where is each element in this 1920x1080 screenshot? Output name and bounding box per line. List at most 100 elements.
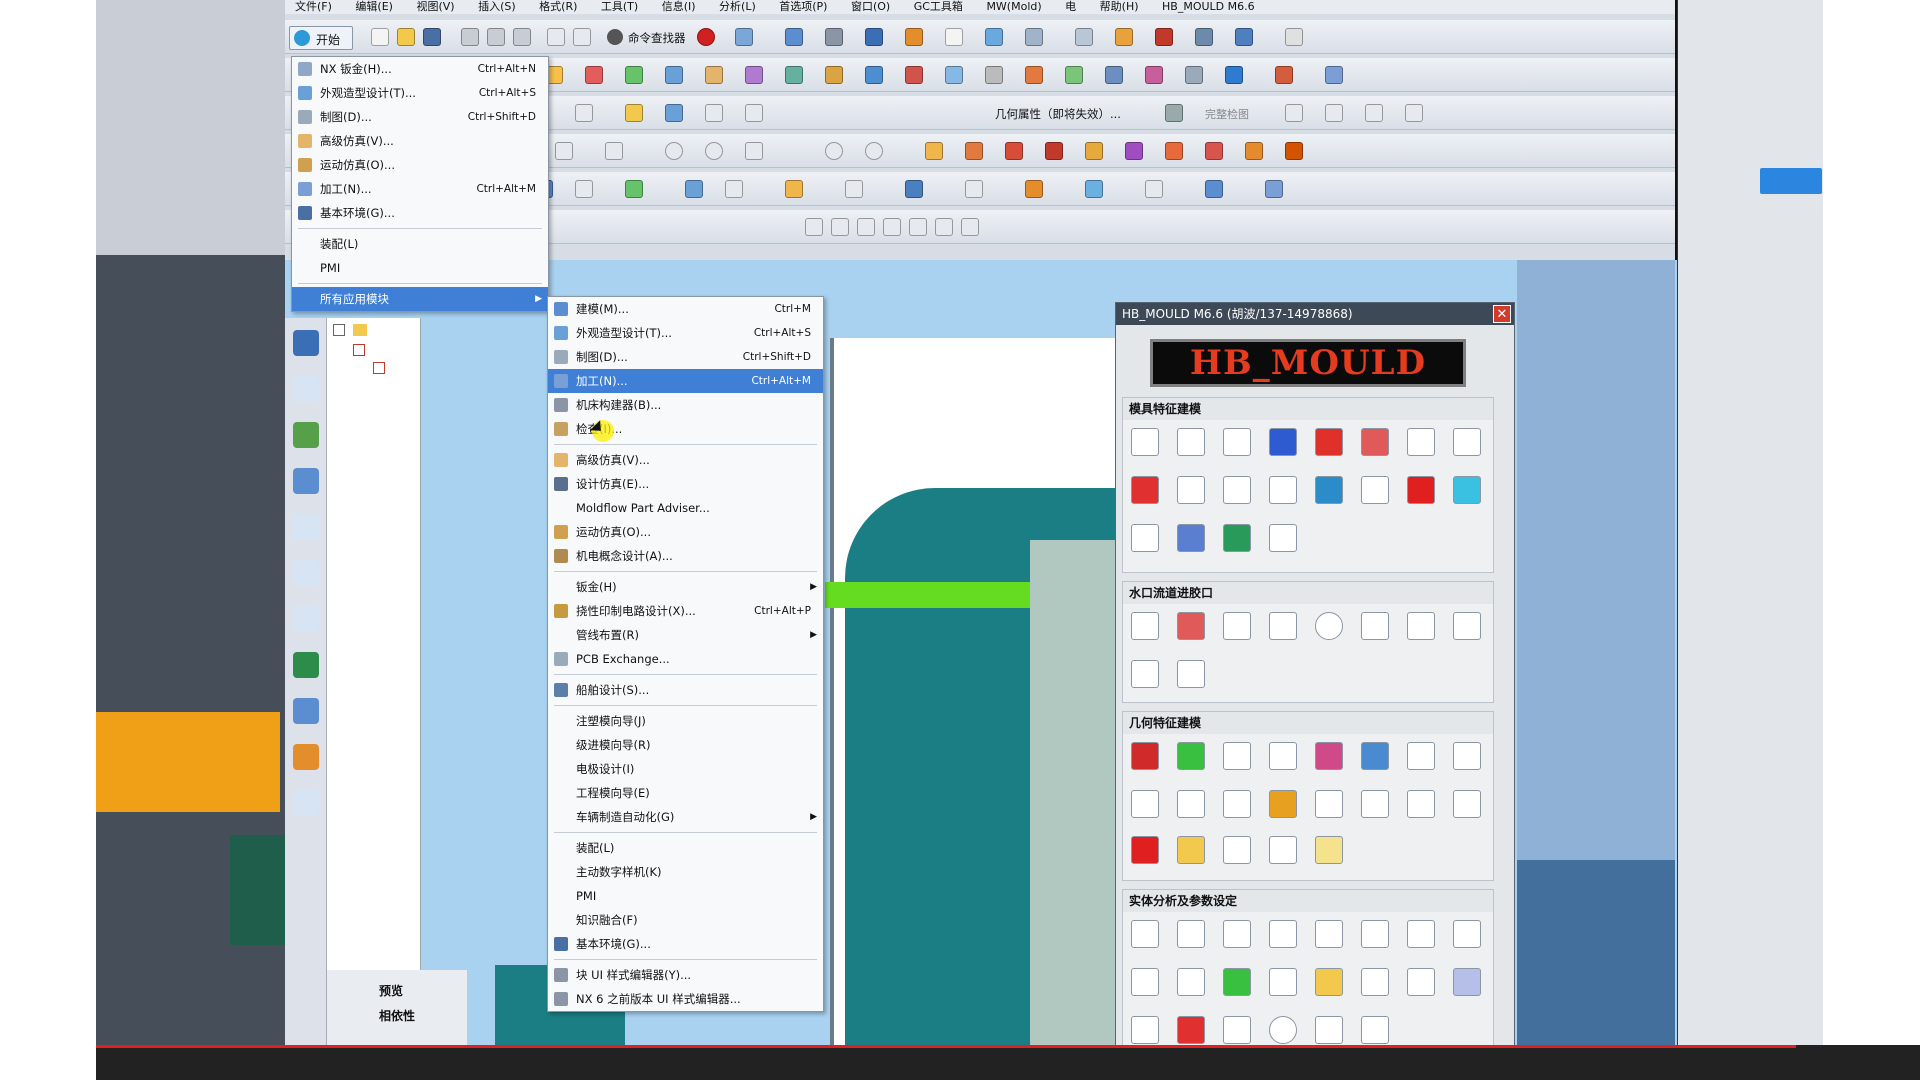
fit-view-icon[interactable]: [785, 28, 803, 46]
sew-icon[interactable]: [1025, 66, 1043, 84]
menu-item[interactable]: 格式(R): [529, 0, 587, 14]
menu-item[interactable]: HB_MOULD M6.6: [1152, 0, 1265, 14]
frame-icon[interactable]: [1407, 742, 1435, 770]
axis-icon[interactable]: [1453, 790, 1481, 818]
sheet-icon[interactable]: [1025, 180, 1043, 198]
app-menu-item[interactable]: 机电概念设计(A)...: [548, 544, 823, 568]
app-menu-item[interactable]: 知识融合(F): [548, 908, 823, 932]
ruler-icon[interactable]: [1223, 920, 1251, 948]
text-a-icon[interactable]: [1453, 476, 1481, 504]
mold-tool-icon[interactable]: [1005, 142, 1023, 160]
start-menu-item[interactable]: 高级仿真(V)...: [292, 129, 548, 153]
full-check-label[interactable]: 完整检图: [1205, 106, 1249, 122]
list-icon[interactable]: [1269, 920, 1297, 948]
split-body-icon[interactable]: [1269, 742, 1297, 770]
diamond-icon[interactable]: [1177, 742, 1205, 770]
nozzle-icon[interactable]: [1131, 612, 1159, 640]
transform-icon[interactable]: [1269, 836, 1297, 864]
analysis-icon[interactable]: [1115, 28, 1133, 46]
calculator-icon[interactable]: [1407, 968, 1435, 996]
sketch-icon[interactable]: [1235, 28, 1253, 46]
constraint-navigator-icon[interactable]: [293, 376, 319, 402]
mold-tool-icon[interactable]: [1045, 142, 1063, 160]
assembly-navigator-icon[interactable]: [293, 330, 319, 356]
shading-icon[interactable]: [825, 28, 843, 46]
gate-icon[interactable]: [1223, 612, 1251, 640]
menu-item[interactable]: 文件(F): [285, 0, 342, 14]
menu-item[interactable]: 窗口(O): [841, 0, 900, 14]
parting-line-icon[interactable]: [1361, 920, 1389, 948]
app-menu-item[interactable]: PCB Exchange...: [548, 647, 823, 671]
snap-icon[interactable]: [735, 28, 753, 46]
close-icon[interactable]: ✕: [1493, 305, 1511, 323]
runner-icon[interactable]: [1177, 612, 1205, 640]
mold-tool-icon[interactable]: [1165, 142, 1183, 160]
app-menu-item[interactable]: 基本环境(G)...: [548, 932, 823, 956]
hourglass-icon[interactable]: [1361, 1016, 1389, 1044]
tab-gate-icon[interactable]: [1407, 612, 1435, 640]
color-grid-icon[interactable]: [1361, 742, 1389, 770]
cold-slug-icon[interactable]: [1177, 660, 1205, 688]
record-icon[interactable]: [697, 28, 715, 46]
window-icon[interactable]: [945, 28, 963, 46]
process-studio-icon[interactable]: [293, 652, 319, 678]
plate-icon[interactable]: [1269, 524, 1297, 552]
layers-icon[interactable]: [1407, 428, 1435, 456]
start-menu-item[interactable]: 运动仿真(O)...: [292, 153, 548, 177]
app-menu-item[interactable]: 车辆制造自动化(G) ▶: [548, 805, 823, 829]
start-menu-item[interactable]: 加工(N)... Ctrl+Alt+M: [292, 177, 548, 201]
app-menu-item[interactable]: 建模(M)... Ctrl+M: [548, 297, 823, 321]
angle-icon[interactable]: [1361, 790, 1389, 818]
slider-icon[interactable]: [1361, 428, 1389, 456]
copy-icon[interactable]: [487, 28, 505, 46]
circle-tool-icon[interactable]: [705, 142, 723, 160]
sheet-icon[interactable]: [575, 180, 593, 198]
offset-curve-icon[interactable]: [705, 104, 723, 122]
preview-label[interactable]: 预览: [379, 982, 403, 999]
project-icon[interactable]: [665, 104, 683, 122]
menu-item[interactable]: 工具(T): [591, 0, 648, 14]
lifter-icon[interactable]: [1131, 476, 1159, 504]
roles-icon[interactable]: [293, 744, 319, 770]
app-menu-item[interactable]: 装配(L): [548, 836, 823, 860]
mold-tool-icon[interactable]: [1245, 142, 1263, 160]
datum-icon[interactable]: [1185, 66, 1203, 84]
sheet-icon[interactable]: [1085, 180, 1103, 198]
rainbow-icon[interactable]: [1269, 790, 1297, 818]
circle-gate-icon[interactable]: [1315, 612, 1343, 640]
dots-grid-icon[interactable]: [1453, 968, 1481, 996]
open-icon[interactable]: [397, 28, 415, 46]
hatch-icon[interactable]: [1177, 790, 1205, 818]
insert-icon[interactable]: [1223, 428, 1251, 456]
draft-analysis-icon[interactable]: [1407, 920, 1435, 948]
menu-item[interactable]: 电: [1055, 0, 1086, 14]
box-icon[interactable]: [1131, 742, 1159, 770]
command-icon[interactable]: [1269, 428, 1297, 456]
clock-icon[interactable]: [1269, 1016, 1297, 1044]
checkbox-icon[interactable]: [373, 362, 385, 374]
app-menu-item[interactable]: 外观造型设计(T)... Ctrl+Alt+S: [548, 321, 823, 345]
mold-tool-icon[interactable]: [1285, 142, 1303, 160]
offset-icon[interactable]: [825, 66, 843, 84]
cooling-icon[interactable]: [1223, 524, 1251, 552]
command-finder-icon[interactable]: [607, 29, 623, 45]
pin-icon[interactable]: [1177, 476, 1205, 504]
menu-item[interactable]: 编辑(E): [345, 0, 403, 14]
replace-icon[interactable]: [1275, 66, 1293, 84]
bridge-icon[interactable]: [745, 104, 763, 122]
snap-point-icon[interactable]: [857, 218, 875, 236]
split-icon[interactable]: [985, 66, 1003, 84]
subtract-icon[interactable]: [905, 66, 923, 84]
app-menu-item-manufacturing[interactable]: 加工(N)... Ctrl+Alt+M: [548, 369, 823, 393]
sheet-icon[interactable]: [625, 180, 643, 198]
app-menu-item[interactable]: 钣金(H) ▶: [548, 575, 823, 599]
app-menu-item[interactable]: 管线布置(R) ▶: [548, 623, 823, 647]
layer-icon[interactable]: [905, 28, 923, 46]
circle-icon[interactable]: [1285, 104, 1303, 122]
radius-icon[interactable]: [1315, 920, 1343, 948]
start-menu-item[interactable]: 外观造型设计(T)... Ctrl+Alt+S: [292, 81, 548, 105]
cloud-icon[interactable]: [1760, 168, 1822, 194]
sync-icon[interactable]: [1225, 66, 1243, 84]
sheet-icon[interactable]: [965, 180, 983, 198]
menu-item[interactable]: 帮助(H): [1090, 0, 1149, 14]
